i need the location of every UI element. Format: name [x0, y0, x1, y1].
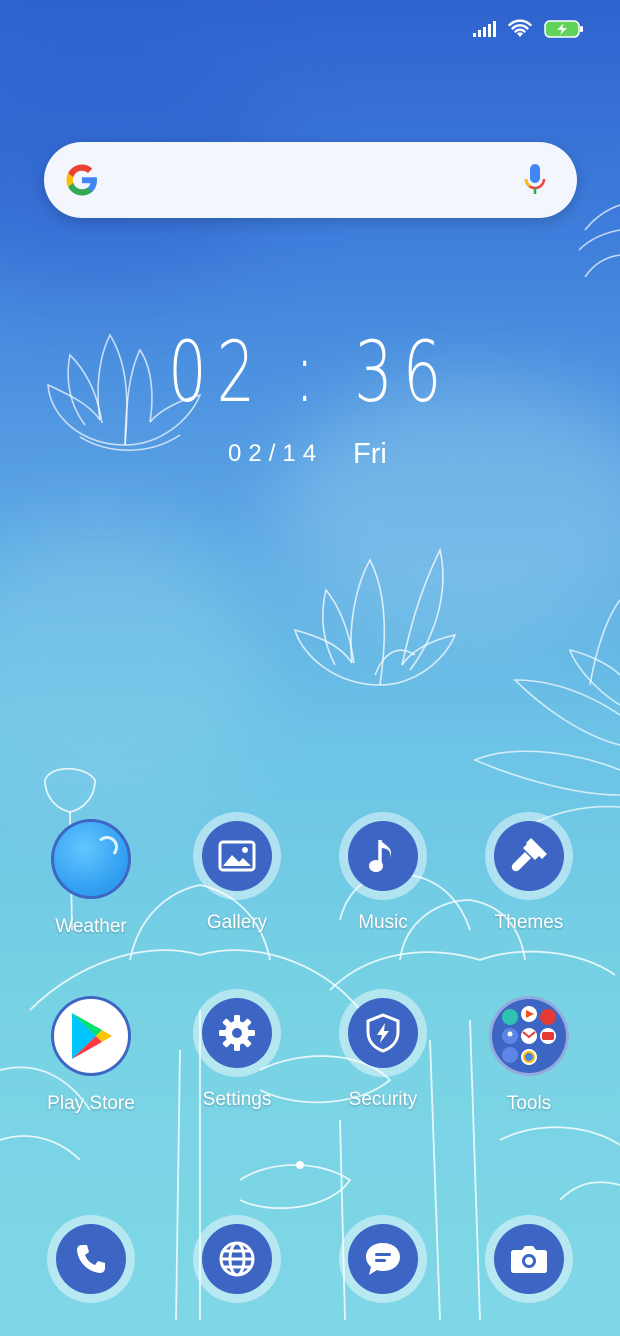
clock-day: Fri	[353, 438, 387, 470]
music-note-icon	[348, 821, 418, 891]
app-play-store[interactable]: Play Store	[16, 993, 166, 1114]
clock-date: 02/14	[228, 440, 324, 467]
messages-icon	[348, 1224, 418, 1294]
page-indicator	[296, 1161, 304, 1169]
app-label: Tools	[506, 1093, 552, 1114]
app-settings[interactable]: Settings	[162, 989, 312, 1110]
google-search-bar[interactable]	[44, 142, 577, 218]
weather-icon	[51, 819, 131, 899]
paintbrush-icon	[494, 821, 564, 891]
status-bar	[473, 16, 584, 42]
dock-phone[interactable]	[16, 1215, 166, 1305]
app-label: Music	[358, 912, 408, 933]
app-gallery[interactable]: Gallery	[162, 812, 312, 933]
folder-icon	[489, 996, 569, 1076]
battery-charging-icon	[544, 19, 584, 39]
app-label: Themes	[494, 912, 564, 933]
phone-icon	[56, 1224, 126, 1294]
app-label: Settings	[202, 1089, 272, 1110]
voice-search-icon[interactable]	[523, 162, 547, 203]
dock-browser[interactable]	[162, 1215, 312, 1305]
dock-camera[interactable]	[454, 1215, 604, 1305]
app-label: Weather	[55, 916, 127, 937]
app-music[interactable]: Music	[308, 812, 458, 933]
app-label: Security	[348, 1089, 418, 1110]
gallery-icon	[202, 821, 272, 891]
app-themes[interactable]: Themes	[454, 812, 604, 933]
app-label: Gallery	[206, 912, 268, 933]
google-g-icon	[64, 162, 100, 203]
dock-messages[interactable]	[308, 1215, 458, 1305]
play-store-icon	[51, 996, 131, 1076]
gear-icon	[202, 998, 272, 1068]
camera-icon	[494, 1224, 564, 1294]
cellular-signal-icon	[473, 21, 496, 37]
lotus-illustration	[293, 547, 457, 686]
clock-time[interactable]: 02 : 36	[0, 330, 620, 414]
lotus-illustration	[578, 204, 620, 278]
wifi-icon	[508, 19, 532, 39]
app-security[interactable]: Security	[308, 989, 458, 1110]
app-tools[interactable]: Tools	[454, 993, 604, 1114]
app-weather[interactable]: Weather	[16, 816, 166, 937]
shield-bolt-icon	[348, 998, 418, 1068]
app-label: Play Store	[47, 1093, 135, 1114]
browser-globe-icon	[202, 1224, 272, 1294]
